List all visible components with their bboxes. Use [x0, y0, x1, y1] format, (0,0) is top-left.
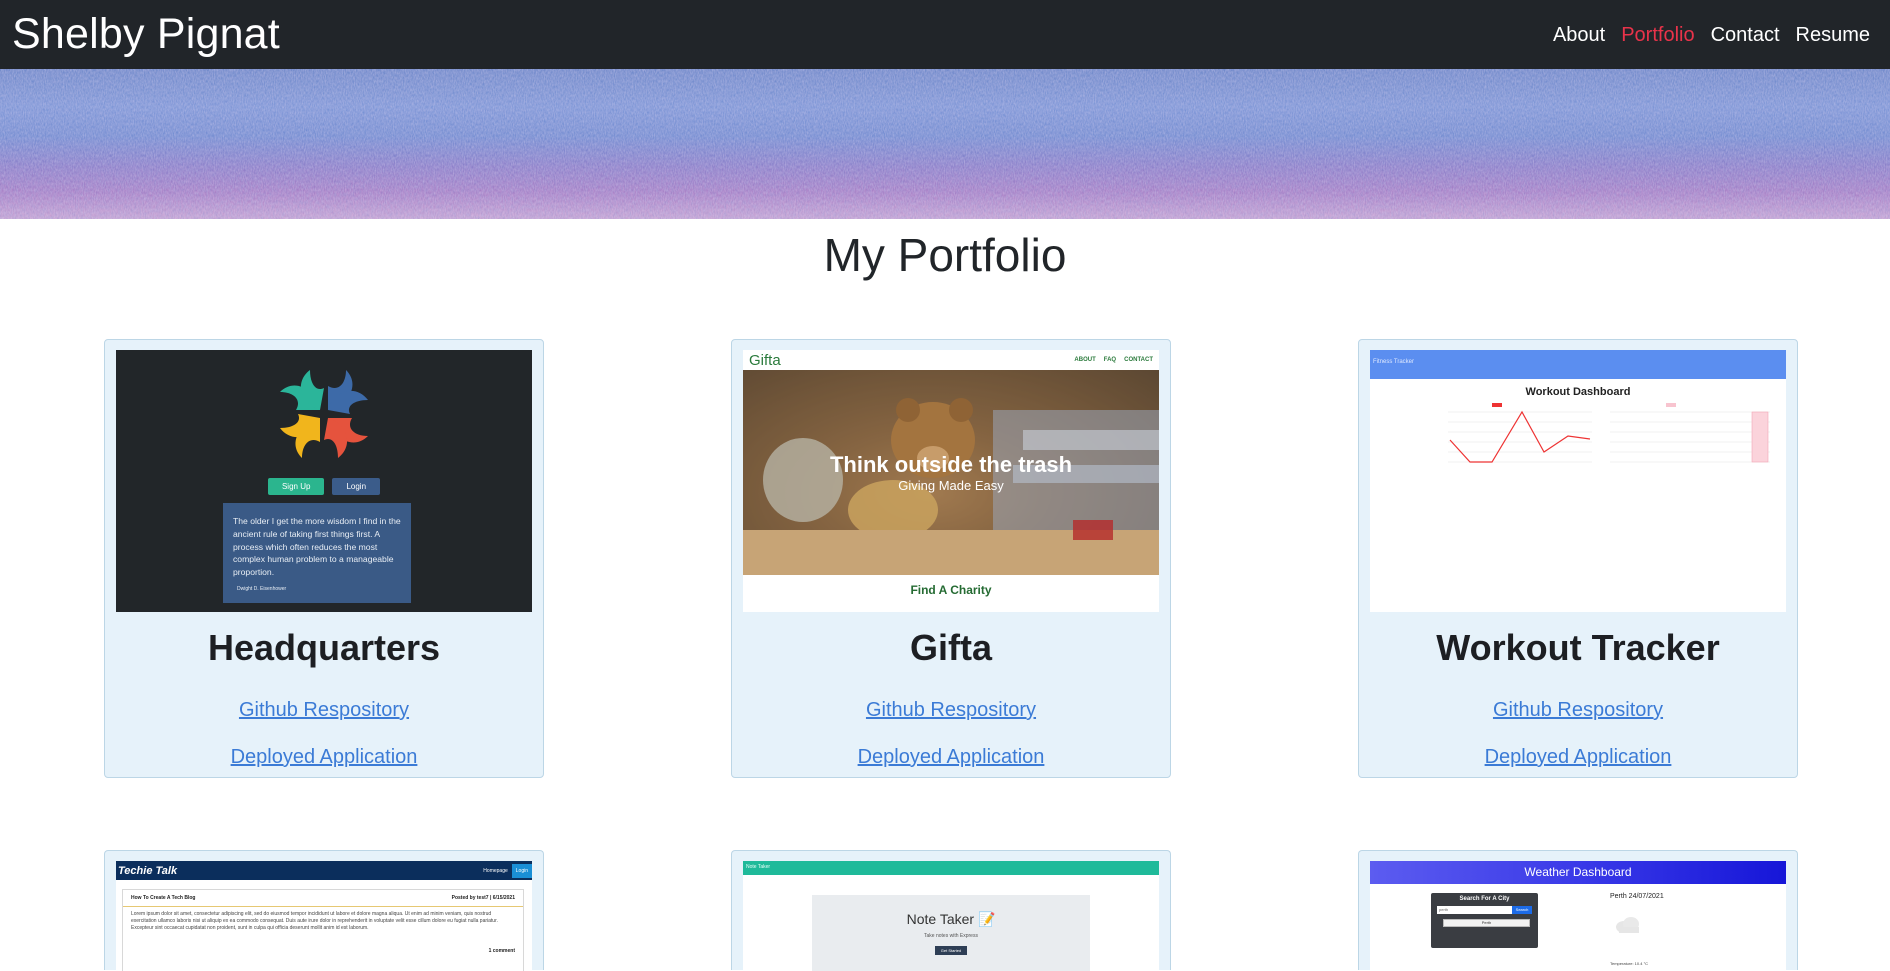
note-taker-preview: Note Taker Note Taker 📝 Take notes with … [743, 861, 1159, 971]
page-title: My Portfolio [823, 229, 1067, 281]
preview-buttons: Sign Up Login [116, 478, 532, 495]
project-screenshot: Fitness Tracker Workout Dashboard [1370, 350, 1786, 612]
headquarters-preview: Sign Up Login The older I get the more w… [116, 350, 532, 612]
project-card-workout-tracker: Fitness Tracker Workout Dashboard Workou… [1358, 339, 1798, 778]
preview-dashboard-title: Workout Dashboard [1525, 386, 1631, 398]
github-repository-link[interactable]: Github Respository [239, 699, 409, 721]
project-card-weather-dashboard: Weather Dashboard Search For A City pert… [1358, 850, 1798, 971]
project-screenshot: Techie Talk Homepage Login How To Create… [116, 861, 532, 971]
site-brand[interactable]: Shelby Pignat [12, 13, 280, 56]
preview-temperature: Temperature: 10.4 °C [1610, 961, 1649, 966]
project-screenshot: Sign Up Login The older I get the more w… [116, 350, 532, 612]
preview-search-title: Search For A City [1459, 896, 1510, 902]
preview-history-item: Perth [1443, 919, 1530, 927]
preview-jumbotron: Note Taker 📝 Take notes with Express Get… [812, 895, 1090, 971]
hero-banner-image [0, 69, 1890, 219]
preview-login-button: Login [332, 478, 381, 495]
preview-search-panel: Search For A City perth Search Perth [1431, 893, 1538, 948]
preview-city-date: Perth 24/07/2021 [1610, 893, 1664, 900]
preview-nav: ABOUT FAQ CONTACT [1074, 357, 1153, 363]
preview-heading: Note Taker 📝 [906, 911, 996, 927]
preview-header: Weather Dashboard [1370, 861, 1786, 884]
github-repository-link[interactable]: Github Respository [1493, 699, 1663, 721]
workout-preview: Fitness Tracker Workout Dashboard [1370, 350, 1786, 612]
preview-cta: Find A Charity [910, 583, 992, 597]
preview-nav: Homepage Login [483, 863, 532, 878]
preview-navbar: Techie Talk Homepage Login [116, 861, 532, 880]
project-title: Workout Tracker [1436, 627, 1720, 668]
project-screenshot: Weather Dashboard Search For A City pert… [1370, 861, 1786, 971]
headquarters-logo-icon [280, 370, 368, 458]
preview-nav-item: FAQ [1103, 357, 1117, 363]
preview-hero-subtitle: Giving Made Easy [898, 478, 1004, 493]
gifta-preview: Gifta ABOUT FAQ CONTACT Think outside th… [743, 350, 1159, 612]
preview-post-title: How To Create A Tech Blog [131, 895, 196, 901]
github-repository-link[interactable]: Github Respository [866, 699, 1036, 721]
cloud-icon [1616, 917, 1639, 933]
project-title: Gifta [909, 627, 992, 668]
nav-portfolio-link[interactable]: Portfolio [1613, 25, 1702, 45]
preview-quote-author: Dwight D. Eisenhower [237, 585, 287, 592]
project-card-note-taker: Note Taker Note Taker 📝 Take notes with … [731, 850, 1171, 971]
preview-quote-box: The older I get the more wisdom I find i… [223, 503, 411, 603]
preview-nav-home: Homepage [483, 867, 508, 874]
preview-subheading: Take notes with Express [924, 933, 978, 939]
nav-contact-link[interactable]: Contact [1703, 25, 1788, 45]
project-card-headquarters: Sign Up Login The older I get the more w… [104, 339, 544, 778]
tech-blog-preview: Techie Talk Homepage Login How To Create… [116, 861, 532, 971]
preview-logo: Gifta [749, 351, 781, 369]
preview-post: How To Create A Tech Blog Posted by test… [122, 889, 524, 971]
preview-navbar: Note Taker [743, 861, 1159, 875]
preview-logo: Techie Talk [118, 864, 178, 877]
preview-search-input: perth [1437, 906, 1512, 914]
deployed-application-link[interactable]: Deployed Application [858, 746, 1045, 768]
preview-search-button: Search [1512, 906, 1532, 914]
preview-post-body: Lorem ipsum dolor sit amet, consectetur … [131, 911, 498, 931]
project-screenshot: Note Taker Note Taker 📝 Take notes with … [743, 861, 1159, 971]
preview-search-row: perth Search [1437, 906, 1532, 914]
preview-get-started-button: Get Started [934, 946, 968, 955]
nav-resume-link[interactable]: Resume [1788, 25, 1878, 45]
preview-nav-login: Login [511, 863, 532, 878]
preview-signup-button: Sign Up [267, 478, 325, 495]
preview-chart-thumbnails [1448, 403, 1770, 463]
project-screenshot: Gifta ABOUT FAQ CONTACT Think outside th… [743, 350, 1159, 612]
deployed-application-link[interactable]: Deployed Application [231, 746, 418, 768]
preview-quote-text: The older I get the more wisdom I find i… [233, 516, 401, 578]
project-card-gifta: Gifta ABOUT FAQ CONTACT Think outside th… [731, 339, 1171, 778]
preview-hero-title: Think outside the trash [829, 452, 1073, 477]
preview-post-meta: Posted by test7 | 6/15/2021 [451, 895, 515, 901]
nav-about-link[interactable]: About [1545, 25, 1613, 45]
preview-nav-item: ABOUT [1074, 357, 1096, 363]
main-nav: About Portfolio Contact Resume [1545, 25, 1878, 45]
preview-navbar: Gifta ABOUT FAQ CONTACT [743, 350, 1159, 370]
preview-nav-item: CONTACT [1124, 357, 1153, 363]
weather-preview: Weather Dashboard Search For A City pert… [1370, 861, 1786, 971]
preview-post-header: How To Create A Tech Blog Posted by test… [123, 890, 523, 907]
project-card-tech-blog: Techie Talk Homepage Login How To Create… [104, 850, 544, 971]
preview-navbar: Fitness Tracker [1370, 350, 1786, 379]
project-title: Headquarters [207, 627, 441, 668]
deployed-application-link[interactable]: Deployed Application [1485, 746, 1672, 768]
preview-post-comments: 1 comment [488, 948, 515, 954]
top-navbar: Shelby Pignat About Portfolio Contact Re… [0, 0, 1890, 69]
